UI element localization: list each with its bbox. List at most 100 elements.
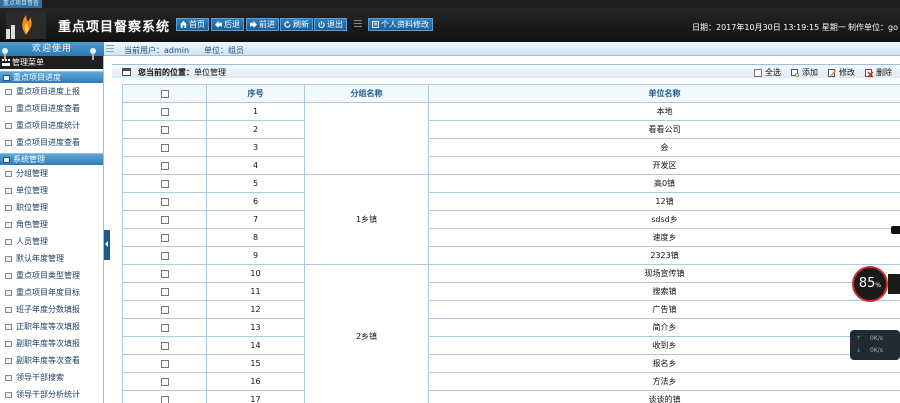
table-row[interactable]: 7 sdsd乡	[122, 210, 900, 229]
row-select[interactable]	[122, 318, 207, 337]
doc-icon	[5, 89, 12, 95]
breadcrumb: 您当前的位置：单位管理	[138, 67, 226, 78]
sidebar-item-position-mgmt[interactable]: 职位管理	[0, 199, 103, 216]
row-number: 15	[206, 354, 305, 373]
sidebar-item-label: 领导干部搜索	[16, 373, 64, 382]
speed-widget[interactable]: 85%	[852, 266, 900, 302]
row-select[interactable]	[122, 210, 207, 229]
checkbox-icon	[160, 233, 169, 242]
sidebar-item-progress-view-2[interactable]: 重点项目进度查看	[0, 134, 103, 151]
system-title: 重点项目督察系统	[58, 20, 171, 35]
sidebar-item-progress-view[interactable]: 重点项目进度查看	[0, 100, 103, 117]
menu-toggle-icon[interactable]	[106, 45, 114, 53]
power-icon	[318, 21, 325, 28]
refresh-button[interactable]: 刷新	[280, 18, 313, 31]
sidebar-item-label: 重点项目类型管理	[16, 271, 80, 280]
table-row[interactable]: 13 简介乡	[122, 318, 900, 337]
table-row[interactable]: 12 广告镇	[122, 300, 900, 319]
row-select[interactable]	[122, 102, 207, 121]
sidebar-item-role-mgmt[interactable]: 角色管理	[0, 216, 103, 233]
add-button[interactable]: 添加	[791, 67, 818, 78]
row-unit-name: 12镇	[428, 192, 900, 211]
row-select[interactable]	[122, 138, 207, 157]
row-select[interactable]	[122, 336, 207, 355]
sidebar-item-label: 领导干部分析统计	[16, 390, 80, 399]
logout-button[interactable]: 退出	[314, 18, 347, 31]
row-select[interactable]	[122, 282, 207, 301]
usage-unit: %	[875, 282, 882, 289]
sidebar-item-default-year[interactable]: 默认年度管理	[0, 250, 103, 267]
profile-edit-button[interactable]: 个人资料修改	[368, 18, 433, 31]
select-all-button[interactable]: 全选	[754, 67, 781, 78]
forward-button[interactable]: 前进	[246, 18, 279, 31]
table-row[interactable]: 14 收到乡	[122, 336, 900, 355]
row-select[interactable]	[122, 192, 207, 211]
row-unit-name: 高0镇	[428, 174, 900, 193]
current-user: 当前用户：admin	[124, 46, 190, 55]
table-row[interactable]: 17 谈谈的镇	[122, 390, 900, 403]
sidebar-item-group-mgmt[interactable]: 分组管理	[0, 165, 103, 182]
checkbox-icon	[160, 305, 169, 314]
checkbox-icon	[754, 68, 762, 77]
checkbox-icon	[160, 161, 169, 170]
row-unit-name: 现场宣传镇	[428, 264, 900, 283]
group-system-management[interactable]: 系统管理	[0, 153, 103, 165]
row-select[interactable]	[122, 246, 207, 265]
row-select[interactable]	[122, 390, 207, 403]
row-number: 5	[206, 174, 305, 193]
sidebar-item-leader-search[interactable]: 领导干部搜索	[0, 369, 103, 386]
row-select[interactable]	[122, 372, 207, 391]
sidebar-item-team-score[interactable]: 班子年度分数填报	[0, 301, 103, 318]
table-row[interactable]: 4 开发区	[122, 156, 900, 175]
doc-icon	[5, 392, 12, 398]
edit-button[interactable]: 修改	[828, 67, 855, 78]
row-number: 4	[206, 156, 305, 175]
delete-button[interactable]: 删除	[865, 67, 892, 78]
back-button[interactable]: 后退	[211, 18, 244, 31]
doc-icon	[5, 307, 12, 313]
sidebar-item-progress-report[interactable]: 重点项目进度上报	[0, 83, 103, 100]
table-row[interactable]: 1 本地	[122, 102, 900, 175]
doc-icon	[5, 188, 12, 194]
row-select[interactable]	[122, 120, 207, 139]
checkbox-icon	[160, 215, 169, 224]
row-select[interactable]	[122, 174, 207, 193]
row-select[interactable]	[122, 228, 207, 247]
checkbox-icon	[160, 341, 169, 350]
table-row[interactable]: 8 速度乡	[122, 228, 900, 247]
sidebar-item-deputy-grade-view[interactable]: 副职年度等次查看	[0, 352, 103, 369]
top-strip: 重点项目督查	[0, 0, 900, 8]
row-select[interactable]	[122, 300, 207, 319]
sidebar-item-project-type[interactable]: 重点项目类型管理	[0, 267, 103, 284]
table-row[interactable]: 16 方法乡	[122, 372, 900, 391]
sidebar-item-leader-stats[interactable]: 领导干部分析统计	[0, 386, 103, 403]
table-row[interactable]: 10 2乡镇 现场宣传镇	[122, 264, 900, 403]
sidebar-item-annual-target[interactable]: 重点项目年度目标	[0, 284, 103, 301]
table-row[interactable]: 11 搜索镇	[122, 282, 900, 301]
home-icon	[180, 21, 187, 28]
row-select[interactable]	[122, 354, 207, 373]
table-row[interactable]: 15 报名乡	[122, 354, 900, 373]
sidebar-item-deputy-grade[interactable]: 副职年度等次填报	[0, 335, 103, 352]
row-number: 8	[206, 228, 305, 247]
sidebar-collapse-handle[interactable]	[104, 230, 110, 260]
header-select[interactable]	[122, 84, 207, 103]
table-row[interactable]: 9 2323镇	[122, 246, 900, 265]
sidebar-item-principal-grade[interactable]: 正职年度等次填报	[0, 318, 103, 335]
group-project-progress[interactable]: 重点项目进度	[0, 71, 103, 83]
row-number: 9	[206, 246, 305, 265]
row-select[interactable]	[122, 264, 207, 283]
sidebar-item-staff-mgmt[interactable]: 人员管理	[0, 233, 103, 250]
home-button[interactable]: 首页	[176, 18, 209, 31]
row-select[interactable]	[122, 156, 207, 175]
sidebar: 管理菜单 重点项目进度 重点项目进度上报 重点项目进度查看 重点项目进度统计 重…	[0, 56, 104, 403]
folder-icon	[3, 75, 10, 81]
table-row[interactable]: 6 12镇	[122, 192, 900, 211]
table-row[interactable]: 2 看看公司	[122, 120, 900, 139]
sidebar-item-unit-mgmt[interactable]: 单位管理	[0, 182, 103, 199]
table-row[interactable]: 3会	[122, 138, 900, 157]
sidebar-item-progress-stats[interactable]: 重点项目进度统计	[0, 117, 103, 134]
delete-label: 删除	[876, 68, 892, 77]
table-row[interactable]: 5 1乡镇 高0镇	[122, 174, 900, 265]
sidebar-item-label: 重点项目年度目标	[16, 288, 80, 297]
